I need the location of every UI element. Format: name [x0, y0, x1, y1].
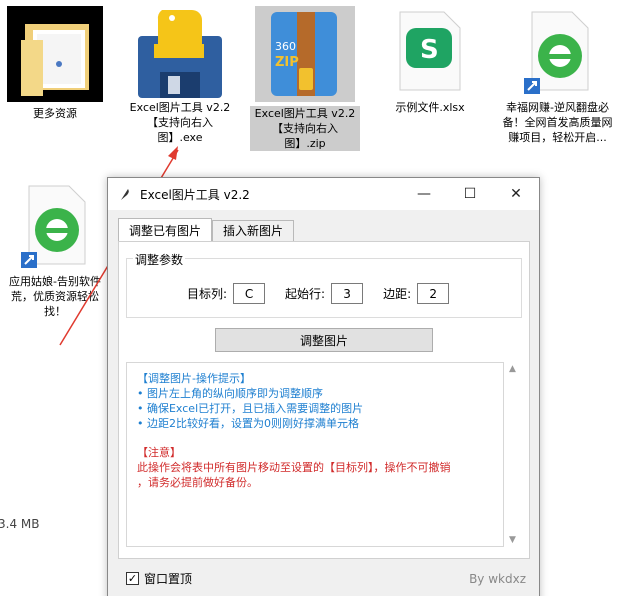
topmost-checkbox[interactable]: ✓	[126, 572, 139, 585]
adjust-images-button[interactable]: 调整图片	[215, 328, 433, 352]
desktop-icon-zip[interactable]: 360 ZIP Excel图片工具 v2.2 【支持向右入图】.zip	[250, 6, 360, 151]
python-exe-icon	[138, 6, 222, 98]
app-window: Excel图片工具 v2.2 — ☐ ✕ 调整已有图片 插入新图片 调整参数 目…	[107, 177, 540, 596]
footer: ✓ 窗口置顶 By wkdxz	[126, 570, 526, 587]
desktop-icon-label: 幸福网赚-逆风翻盘必备！全网首发高质量网赚项目，轻松开启...	[502, 101, 613, 144]
desktop-icon-exe[interactable]: Excel图片工具 v2.2 【支持向右入图】.exe	[125, 6, 235, 145]
tip-line: • 边距2比较好看，设置为0则刚好撑满单元格	[137, 417, 359, 430]
desktop-icon-label: Excel图片工具 v2.2 【支持向右入图】.exe	[129, 101, 231, 144]
desktop-icon-label: 示例文件.xlsx	[395, 101, 465, 114]
tip-line: • 图片左上角的纵向顺序即为调整顺序	[137, 387, 323, 400]
desktop-icon-label: 更多资源	[33, 107, 77, 120]
scroll-down-icon[interactable]: ▼	[509, 535, 516, 545]
start-row-input[interactable]	[331, 283, 364, 304]
group-title: 调整参数	[133, 251, 186, 268]
status-size: 3.4 MB	[0, 517, 40, 531]
title-bar[interactable]: Excel图片工具 v2.2 — ☐ ✕	[108, 178, 539, 210]
tab-adjust-existing[interactable]: 调整已有图片	[118, 218, 213, 242]
zip-icon: 360 ZIP	[255, 6, 355, 102]
tips-scrollbar[interactable]: ▲ ▼	[506, 362, 522, 547]
author-credit: By wkdxz	[469, 571, 526, 586]
svg-text:ZIP: ZIP	[275, 55, 299, 70]
desktop-icon-label: Excel图片工具 v2.2 【支持向右入图】.zip	[250, 106, 360, 151]
start-row-label: 起始行:	[285, 287, 326, 301]
close-button[interactable]: ✕	[493, 178, 539, 210]
scroll-up-icon[interactable]: ▲	[509, 364, 516, 374]
svg-text:360: 360	[275, 40, 296, 53]
svg-text:S: S	[420, 35, 439, 65]
desktop-icon-shortcut-2[interactable]: 应用姑娘-告别软件荒，优质资源轻松找！	[0, 180, 110, 319]
ie-shortcut-icon	[15, 180, 95, 270]
params-row: 目标列: 起始行: 边距:	[187, 283, 463, 304]
feather-icon	[121, 189, 129, 200]
spreadsheet-icon: S	[390, 6, 470, 96]
folder-icon	[7, 6, 103, 102]
target-col-input[interactable]	[233, 283, 266, 304]
desktop-icon-label: 应用姑娘-告别软件荒，优质资源轻松找！	[9, 275, 101, 318]
window-title: Excel图片工具 v2.2	[140, 187, 250, 202]
tab-insert-new[interactable]: 插入新图片	[212, 220, 295, 242]
topmost-label[interactable]: 窗口置顶	[144, 570, 192, 587]
params-group: 调整参数 目标列: 起始行: 边距:	[126, 251, 522, 318]
desktop-icon-shortcut-1[interactable]: 幸福网赚-逆风翻盘必备！全网首发高质量网赚项目，轻松开启...	[500, 6, 615, 145]
tab-panel: 调整参数 目标列: 起始行: 边距: 调整图片 【调整图片-操作提示】 • 图片…	[118, 241, 530, 559]
margin-label: 边距:	[383, 287, 412, 301]
tip-line: • 确保Excel已打开，且已插入需要调整的图片	[137, 402, 364, 415]
desktop-icon-xlsx[interactable]: S 示例文件.xlsx	[375, 6, 485, 115]
ie-shortcut-icon	[518, 6, 598, 96]
minimize-button[interactable]: —	[401, 178, 447, 210]
maximize-button[interactable]: ☐	[447, 178, 493, 210]
tips-textarea[interactable]: 【调整图片-操作提示】 • 图片左上角的纵向顺序即为调整顺序 • 确保Excel…	[126, 362, 504, 547]
target-col-label: 目标列:	[187, 287, 228, 301]
warning-line: 此操作会将表中所有图片移动至设置的【目标列】，操作不可撤销	[137, 461, 451, 474]
warning-heading: 【注意】	[137, 446, 181, 459]
margin-input[interactable]	[417, 283, 450, 304]
desktop-icon-more-resources[interactable]: 更多资源	[0, 6, 110, 121]
tips-heading: 【调整图片-操作提示】	[137, 372, 251, 385]
warning-line: ，请务必提前做好备份。	[137, 476, 258, 489]
tab-bar: 调整已有图片 插入新图片	[118, 218, 295, 242]
